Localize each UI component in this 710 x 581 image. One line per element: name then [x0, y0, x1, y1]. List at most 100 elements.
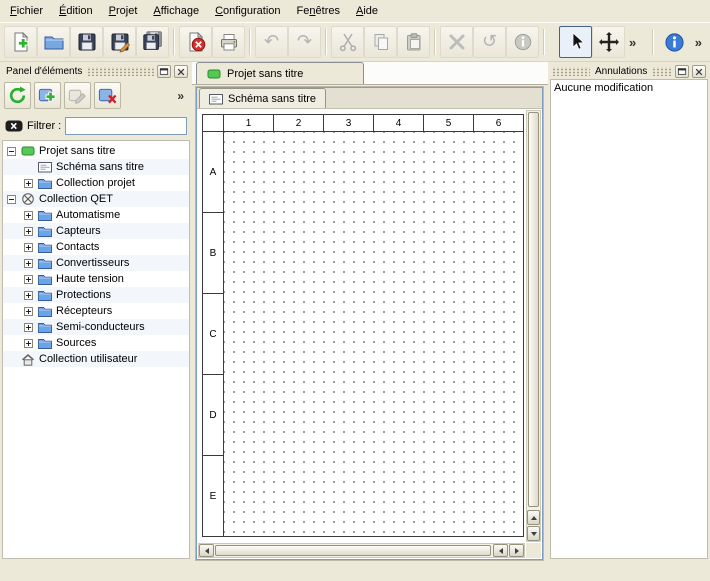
schema-view[interactable]: 1 2 3 4 5 6 A B C D E — [197, 109, 542, 559]
save-all-button[interactable] — [136, 26, 169, 58]
cut-button[interactable] — [331, 26, 364, 58]
folder-icon — [38, 305, 52, 317]
horizontal-scrollbar-thumb[interactable] — [215, 545, 491, 556]
scroll-up-button[interactable] — [527, 510, 540, 525]
tab-schema-sans-titre[interactable]: Schéma sans titre — [199, 88, 326, 108]
expand-icon[interactable] — [24, 179, 33, 188]
clear-filter-button[interactable] — [5, 118, 23, 134]
tree-item-projet-sans-titre[interactable]: Projet sans titre — [3, 143, 189, 159]
menu-projet[interactable]: Projet — [101, 0, 146, 22]
tree-item-contacts[interactable]: Contacts — [3, 239, 189, 255]
menu-affichage[interactable]: Affichage — [145, 0, 207, 22]
tree-item-haute-tension[interactable]: Haute tension — [3, 271, 189, 287]
expand-icon[interactable] — [24, 339, 33, 348]
new-element-button[interactable] — [34, 82, 61, 109]
menu-edition[interactable]: Édition — [51, 0, 101, 22]
filter-input[interactable] — [65, 117, 187, 135]
tree-item-automatisme[interactable]: Automatisme — [3, 207, 189, 223]
close-dock-button[interactable] — [174, 65, 188, 78]
expand-icon[interactable] — [24, 275, 33, 284]
schema-paper: 1 2 3 4 5 6 A B C D E — [202, 114, 524, 537]
folder-icon — [38, 337, 52, 349]
clear-filter-icon — [5, 118, 23, 134]
project-icon — [21, 145, 35, 157]
expand-icon[interactable] — [24, 243, 33, 252]
expand-icon[interactable] — [24, 211, 33, 220]
panel-toolbar-overflow-button[interactable]: » — [173, 82, 188, 109]
arrow-left-icon — [205, 548, 209, 554]
expand-icon[interactable] — [24, 323, 33, 332]
qet-collection-icon — [21, 192, 35, 206]
delete-element-button[interactable] — [94, 82, 121, 109]
paste-button[interactable] — [397, 26, 430, 58]
tree-item-collection-projet[interactable]: Collection projet — [3, 175, 189, 191]
tree-item-protections[interactable]: Protections — [3, 287, 189, 303]
new-project-icon — [10, 31, 32, 53]
tree-item-semi-conducteurs[interactable]: Semi-conducteurs — [3, 319, 189, 335]
tree-item-collection-qet[interactable]: Collection QET — [3, 191, 189, 207]
tab-projet-sans-titre[interactable]: Projet sans titre — [196, 62, 364, 84]
tree-item-recepteurs[interactable]: Récepteurs — [3, 303, 189, 319]
ruler-column: 4 — [374, 115, 423, 131]
about-qet-button[interactable] — [658, 26, 691, 58]
reload-collections-button[interactable] — [4, 82, 31, 109]
tree-item-capteurs[interactable]: Capteurs — [3, 223, 189, 239]
collapse-icon[interactable] — [7, 147, 16, 156]
expand-icon[interactable] — [24, 259, 33, 268]
rotate-button[interactable]: ↺ — [473, 26, 506, 58]
pan-mode-button[interactable] — [592, 26, 625, 58]
undo-history-list[interactable]: Aucune modification — [550, 79, 708, 559]
menu-aide[interactable]: Aide — [348, 0, 386, 22]
elements-panel-titlebar[interactable]: Panel d'éléments — [2, 64, 190, 79]
menu-fichier[interactable]: Fichier — [2, 0, 51, 22]
undo-empty-text: Aucune modification — [554, 82, 653, 94]
scroll-right-button[interactable] — [509, 544, 524, 557]
tree-item-convertisseurs[interactable]: Convertisseurs — [3, 255, 189, 271]
menu-configuration[interactable]: Configuration — [207, 0, 288, 22]
selection-mode-button[interactable] — [559, 26, 592, 58]
float-dock-button[interactable] — [157, 65, 171, 78]
collapse-icon[interactable] — [7, 195, 16, 204]
element-infos-button[interactable] — [506, 26, 539, 58]
scroll-left-button[interactable] — [199, 544, 214, 557]
toolbar-separator — [652, 29, 654, 55]
schema-icon — [38, 161, 52, 173]
elements-panel-title: Panel d'éléments — [4, 66, 84, 77]
expand-icon[interactable] — [24, 227, 33, 236]
schema-grid-canvas[interactable] — [224, 132, 523, 536]
scroll-down-button[interactable] — [527, 526, 540, 541]
vertical-scrollbar-thumb[interactable] — [528, 112, 539, 507]
menu-bar: Fichier Édition Projet Affichage Configu… — [0, 0, 710, 22]
tree-item-sources[interactable]: Sources — [3, 335, 189, 351]
new-project-button[interactable] — [4, 26, 37, 58]
undo-panel-dock: Annulations Aucune modification — [550, 64, 708, 559]
undo-button[interactable]: ↶ — [255, 26, 288, 58]
dock-handle[interactable] — [87, 67, 154, 76]
open-project-button[interactable] — [37, 26, 70, 58]
scroll-left-button[interactable] — [493, 544, 508, 557]
close-dock-button[interactable] — [692, 65, 706, 78]
close-project-button[interactable] — [179, 26, 212, 58]
ruler-row: D — [203, 375, 223, 455]
folder-icon — [38, 225, 52, 237]
toolbar-overflow-button[interactable]: » — [625, 26, 640, 58]
expand-icon[interactable] — [24, 307, 33, 316]
copy-button[interactable] — [364, 26, 397, 58]
dock-handle[interactable] — [652, 67, 672, 76]
undo-panel-titlebar[interactable]: Annulations — [550, 64, 708, 79]
expand-icon[interactable] — [24, 291, 33, 300]
tree-item-collection-utilisateur[interactable]: Collection utilisateur — [3, 351, 189, 367]
edit-element-button[interactable] — [64, 82, 91, 109]
horizontal-scrollbar[interactable] — [198, 543, 525, 558]
tree-item-schema-sans-titre[interactable]: Schéma sans titre — [3, 159, 189, 175]
dock-handle[interactable] — [552, 67, 590, 76]
save-button[interactable] — [70, 26, 103, 58]
delete-button[interactable] — [440, 26, 473, 58]
menu-fenetres[interactable]: Fenêtres — [289, 0, 348, 22]
redo-button[interactable]: ↷ — [288, 26, 321, 58]
print-button[interactable] — [212, 26, 245, 58]
save-as-button[interactable] — [103, 26, 136, 58]
float-dock-button[interactable] — [675, 65, 689, 78]
toolbar-overflow-button[interactable]: » — [691, 26, 706, 58]
vertical-scrollbar[interactable] — [526, 110, 541, 542]
